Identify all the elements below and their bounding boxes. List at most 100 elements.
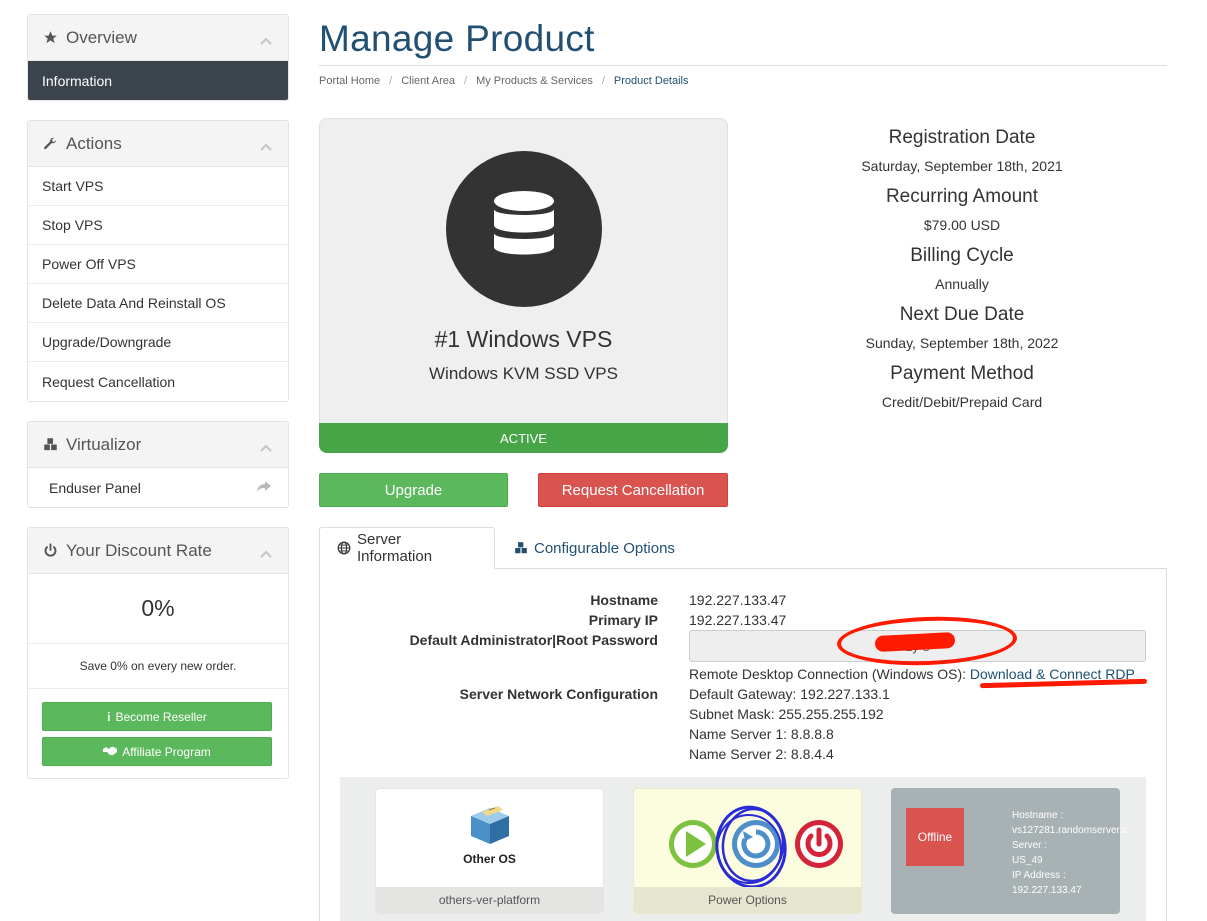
database-icon: [446, 151, 602, 307]
virtualizor-widgets: Other OS others-ver-platform Power Optio…: [340, 777, 1146, 921]
wrench-icon: [42, 136, 58, 152]
server-information-pane: Hostname 192.227.133.47 Primary IP 192.2…: [319, 568, 1167, 921]
payment-method-value: Credit/Debit/Prepaid Card: [881, 394, 1043, 410]
become-reseller-label: Become Reseller: [115, 709, 207, 724]
recurring-amount-value: $79.00 USD: [923, 217, 1001, 233]
power-off-icon[interactable]: [794, 819, 844, 874]
power-options-card: Power Options: [633, 788, 862, 914]
chevron-up-icon[interactable]: [260, 437, 272, 457]
payment-method-label: Payment Method: [890, 363, 1034, 384]
sidebar-item-request-cancellation[interactable]: Request Cancellation: [28, 362, 288, 401]
tab-label: Configurable Options: [534, 539, 675, 557]
ns2-value: Name Server 2: 8.8.4.4: [689, 746, 834, 762]
registration-date-label: Registration Date: [888, 127, 1036, 148]
srv-hostname-label: Hostname :: [1012, 810, 1064, 821]
product-card: #1 Windows VPS Windows KVM SSD VPS: [319, 118, 728, 424]
sidebar-item-label: Delete Data And Reinstall OS: [42, 295, 226, 311]
breadcrumb-my-products[interactable]: My Products & Services: [476, 75, 593, 87]
primary-ip-value: 192.227.133.47: [689, 612, 787, 628]
srv-ip-label: IP Address :: [1012, 870, 1066, 881]
title-divider: [319, 65, 1167, 66]
sidebar-item-label: Request Cancellation: [42, 373, 176, 390]
ns1-value: Name Server 1: 8.8.8.8: [689, 726, 834, 742]
next-due-date-label: Next Due Date: [899, 304, 1025, 325]
os-caption: others-ver-platform: [376, 887, 603, 913]
srv-server-label: Server :: [1012, 840, 1048, 851]
os-card[interactable]: Other OS others-ver-platform: [375, 788, 604, 914]
offline-badge: Offline: [906, 808, 964, 866]
affiliate-program-button[interactable]: Affiliate Program: [42, 737, 272, 766]
affiliate-program-label: Affiliate Program: [122, 744, 211, 759]
power-options-caption: Power Options: [634, 887, 861, 913]
breadcrumb-separator: /: [464, 75, 468, 87]
virtualizor-panel-header[interactable]: Virtualizor: [28, 422, 288, 468]
rdp-text: Remote Desktop Connection (Windows OS):: [689, 666, 970, 682]
tab-label: Server Information: [357, 531, 433, 565]
next-due-date-value: Sunday, September 18th, 2022: [865, 335, 1059, 351]
overview-panel: Overview Information: [27, 14, 289, 101]
chevron-up-icon[interactable]: [260, 136, 272, 156]
breadcrumb-separator: /: [389, 75, 393, 87]
overview-panel-title: Overview: [66, 27, 137, 47]
sidebar-item-enduser-panel[interactable]: Enduser Panel: [28, 468, 288, 507]
sidebar-item-start-vps[interactable]: Start VPS: [28, 167, 288, 206]
srv-server-value: US_49: [1012, 855, 1043, 866]
sidebar-item-upgrade-downgrade[interactable]: Upgrade/Downgrade: [28, 323, 288, 362]
actions-panel: Actions Start VPS Stop VPS Power Off VPS…: [27, 120, 289, 402]
actions-panel-header[interactable]: Actions: [28, 121, 288, 167]
request-cancellation-button[interactable]: Request Cancellation: [538, 473, 728, 507]
sidebar-item-label: Start VPS: [42, 178, 104, 194]
sidebar-item-label: Upgrade/Downgrade: [42, 334, 172, 350]
billing-cycle-value: Annually: [935, 276, 989, 292]
breadcrumb-portal-home[interactable]: Portal Home: [319, 75, 380, 87]
server-details: Hostname : vs127281.randomserver.c Serve…: [1012, 808, 1127, 898]
become-reseller-button[interactable]: i Become Reseller: [42, 702, 272, 731]
network-config-label: Server Network Configuration: [459, 686, 658, 702]
upgrade-button[interactable]: Upgrade: [319, 473, 508, 507]
billing-info: Registration Date Saturday, September 18…: [790, 125, 1134, 420]
share-arrow-icon: [256, 480, 272, 496]
billing-cycle-label: Billing Cycle: [910, 245, 1014, 266]
breadcrumb-client-area[interactable]: Client Area: [401, 75, 455, 87]
sidebar-item-label: Stop VPS: [42, 217, 103, 233]
breadcrumb-separator: /: [601, 75, 605, 87]
discount-panel: Your Discount Rate 0% Save 0% on every n…: [27, 527, 289, 779]
srv-hostname-value: vs127281.randomserver.c: [1012, 825, 1128, 836]
product-group: Windows KVM SSD VPS: [429, 364, 618, 383]
server-status-card: Offline Hostname : vs127281.randomserver…: [891, 788, 1127, 914]
tab-configurable-options[interactable]: Configurable Options: [495, 527, 690, 569]
actions-panel-title: Actions: [66, 133, 122, 153]
registration-date-value: Saturday, September 18th, 2021: [861, 158, 1063, 174]
virtualizor-panel-title: Virtualizor: [66, 434, 142, 454]
sidebar-item-label: Information: [42, 72, 113, 89]
subnet-value: Subnet Mask: 255.255.255.192: [689, 706, 884, 722]
overview-panel-header[interactable]: Overview: [28, 15, 288, 61]
sidebar-item-stop-vps[interactable]: Stop VPS: [28, 206, 288, 245]
sidebar-item-reinstall-os[interactable]: Delete Data And Reinstall OS: [28, 284, 288, 323]
sidebar-item-label: Enduser Panel: [49, 479, 141, 496]
cubes-icon: [42, 437, 58, 453]
tab-server-information[interactable]: Server Information: [319, 527, 495, 569]
discount-panel-title: Your Discount Rate: [66, 540, 212, 560]
primary-ip-label: Primary IP: [588, 612, 658, 628]
chevron-up-icon[interactable]: [260, 30, 272, 50]
annotation-scribble-blue: [711, 797, 791, 897]
discount-rate-value: 0%: [28, 574, 288, 644]
box-os-icon: [465, 802, 515, 851]
srv-ip-value: 192.227.133.47: [1012, 885, 1082, 896]
rdp-row: Remote Desktop Connection (Windows OS): …: [689, 666, 1135, 682]
sidebar-item-information[interactable]: Information: [28, 61, 288, 100]
status-badge: ACTIVE: [319, 423, 728, 453]
hostname-label: Hostname: [590, 592, 658, 608]
handshake-icon: [103, 745, 118, 759]
chevron-up-icon[interactable]: [260, 543, 272, 563]
power-icon: [42, 543, 58, 559]
sidebar-item-label: Power Off VPS: [42, 256, 136, 272]
cubes-icon: [514, 541, 528, 555]
info-icon: i: [107, 709, 111, 724]
discount-panel-header[interactable]: Your Discount Rate: [28, 528, 288, 574]
os-label: Other OS: [463, 852, 516, 866]
hostname-value: 192.227.133.47: [689, 592, 787, 608]
sidebar-item-power-off-vps[interactable]: Power Off VPS: [28, 245, 288, 284]
breadcrumb-product-details: Product Details: [613, 75, 689, 87]
